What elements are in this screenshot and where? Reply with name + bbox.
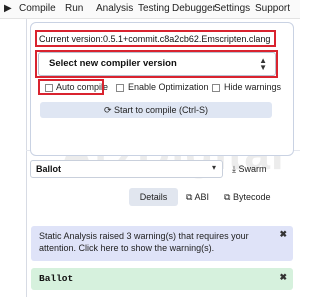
menu-testing[interactable]: Testing <box>138 3 170 14</box>
copy-icon: ⧉ <box>186 192 193 202</box>
menu-support[interactable]: Support <box>255 3 290 14</box>
close-icon[interactable]: ✖ <box>279 272 287 283</box>
enable-optimization-checkbox[interactable] <box>116 84 124 92</box>
bytecode-button[interactable]: ⧉ Bytecode <box>224 188 270 206</box>
details-button[interactable]: Details <box>129 188 178 206</box>
compile-success-message: Ballot ✖ <box>31 268 293 290</box>
refresh-icon: ⟳ <box>103 105 112 115</box>
abi-button[interactable]: ⧉ ABI <box>186 188 209 206</box>
menu-run[interactable]: Run <box>65 3 83 14</box>
contract-select[interactable]: Ballot ▾ <box>30 160 223 178</box>
hide-warnings-checkbox[interactable] <box>212 84 220 92</box>
left-side-rail <box>0 19 27 297</box>
start-compile-label: Start to compile (Ctrl-S) <box>114 105 209 115</box>
menu-compile[interactable]: Compile <box>19 3 56 14</box>
top-menu-bar: ▶ Compile Run Analysis Testing Debugger … <box>0 0 300 19</box>
abi-label: ABI <box>194 192 209 202</box>
swarm-button[interactable]: ⤓ Swarm <box>232 164 267 175</box>
close-icon[interactable]: ✖ <box>279 229 287 240</box>
menu-settings[interactable]: Settings <box>214 3 250 14</box>
start-compile-button[interactable]: ⟳ Start to compile (Ctrl-S) <box>40 102 272 118</box>
copy-icon: ⧉ <box>224 192 231 202</box>
play-triangle-icon: ▶ <box>4 3 12 14</box>
enable-optimization-label: Enable Optimization <box>128 82 209 92</box>
warning-text: Static Analysis raised 3 warning(s) that… <box>39 231 249 253</box>
version-highlight-box <box>35 30 276 47</box>
select-highlight-box <box>35 50 278 78</box>
contract-caret-icon: ▾ <box>211 163 216 172</box>
contract-select-label: Ballot <box>36 164 62 174</box>
bytecode-label: Bytecode <box>232 192 271 202</box>
auto-compile-highlight-box <box>38 79 104 95</box>
menu-analysis[interactable]: Analysis <box>96 3 133 14</box>
success-contract-name: Ballot <box>39 273 74 284</box>
upload-icon: ⤓ <box>232 164 236 174</box>
menu-debugger[interactable]: Debugger <box>172 3 216 14</box>
swarm-label: Swarm <box>238 164 267 174</box>
static-analysis-warning[interactable]: Static Analysis raised 3 warning(s) that… <box>31 226 293 261</box>
hide-warnings-label: Hide warnings <box>224 82 282 92</box>
